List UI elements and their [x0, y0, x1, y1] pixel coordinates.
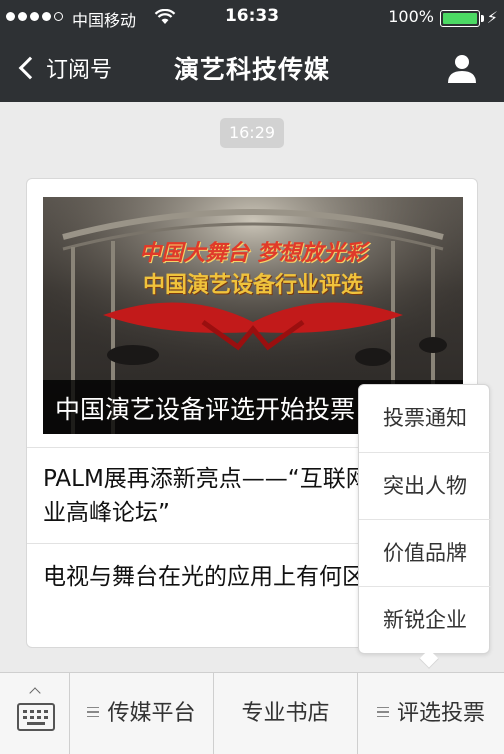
page-title: 演艺科技传媒: [173, 55, 330, 84]
battery-level: [443, 13, 477, 24]
charging-bolt-icon: ⚡: [486, 8, 498, 27]
battery-percentage: 100%: [388, 7, 434, 26]
submenu-item-vote-notice[interactable]: 投票通知: [359, 385, 491, 452]
menu-icon: [376, 707, 389, 717]
submenu-item-outstanding-people[interactable]: 突出人物: [359, 452, 491, 519]
message-timestamp: 16:29: [220, 118, 284, 148]
person-icon[interactable]: [446, 52, 478, 84]
submenu-popup: 投票通知 突出人物 价值品牌 新锐企业: [358, 384, 491, 654]
submenu-item-value-brands[interactable]: 价值品牌: [359, 519, 491, 586]
submenu-item-new-companies[interactable]: 新锐企业: [359, 586, 491, 653]
status-bar: 中国移动 16:33 100% ⚡: [0, 0, 504, 36]
menu-selection-voting[interactable]: 评选投票: [358, 673, 504, 754]
menu-media-platform[interactable]: 传媒平台: [70, 673, 214, 754]
menu-icon: [87, 707, 100, 717]
cover-slogan: 中国大舞台 梦想放光彩: [139, 240, 367, 266]
keyboard-icon: [17, 703, 55, 731]
menu-professional-bookstore[interactable]: 专业书店: [214, 673, 358, 754]
menu-label: 传媒平台: [107, 701, 196, 726]
cover-event-name: 中国演艺设备行业评选: [142, 273, 363, 298]
menu-label: 专业书店: [241, 701, 330, 726]
bottom-menu-bar: 传媒平台 专业书店 评选投票: [0, 672, 504, 754]
menu-label: 评选投票: [396, 701, 485, 726]
battery-icon: [440, 10, 480, 27]
navigation-bar: 订阅号 演艺科技传媒: [0, 36, 504, 102]
battery-tip: [481, 15, 484, 22]
chevron-up-icon: [29, 687, 41, 699]
keyboard-toggle-button[interactable]: [0, 673, 70, 754]
